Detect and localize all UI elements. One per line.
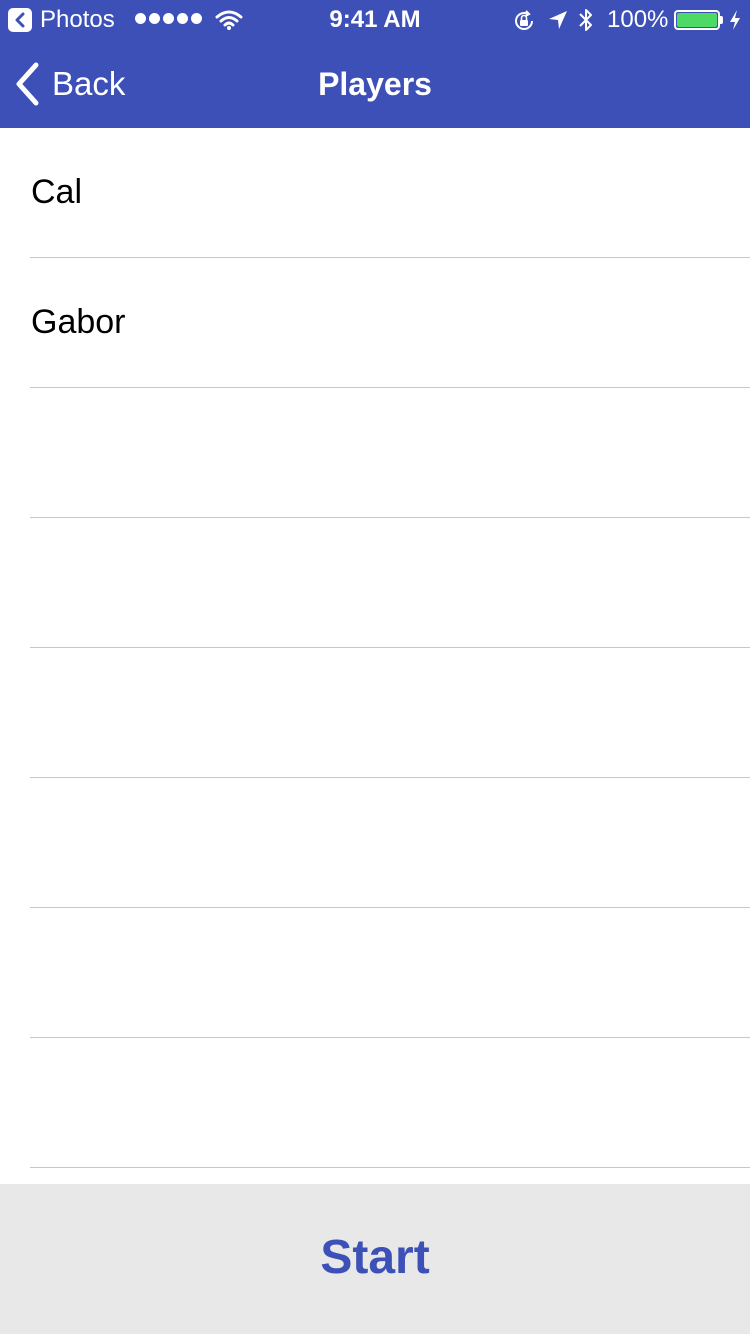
- status-bar: Photos 9:41 AM 100%: [0, 0, 750, 40]
- start-bar: Start: [0, 1184, 750, 1334]
- battery-icon: [674, 10, 724, 30]
- battery-percent: 100%: [607, 6, 669, 33]
- player-name: Gabor: [31, 303, 126, 341]
- players-list: Cal Gabor: [0, 128, 750, 1184]
- navigation-bar: Back Players: [0, 40, 750, 128]
- player-name: Cal: [31, 173, 83, 211]
- player-row[interactable]: [30, 518, 750, 648]
- charging-bolt-icon: [730, 10, 740, 30]
- player-row[interactable]: [30, 388, 750, 518]
- location-icon: [549, 11, 567, 29]
- player-row[interactable]: [30, 908, 750, 1038]
- battery-fill: [677, 13, 717, 27]
- app-screen: Photos 9:41 AM 100% Back Players Cal Gab…: [0, 0, 750, 1334]
- player-row[interactable]: [30, 648, 750, 778]
- player-row[interactable]: [30, 778, 750, 908]
- bluetooth-icon: [579, 9, 592, 31]
- page-title: Players: [318, 66, 432, 102]
- player-row[interactable]: Gabor: [30, 258, 750, 388]
- rotation-lock-icon: [515, 10, 533, 30]
- start-button[interactable]: Start: [320, 1228, 429, 1288]
- top-bar: Photos 9:41 AM 100% Back Players: [0, 0, 750, 128]
- player-row[interactable]: [30, 1038, 750, 1168]
- player-row[interactable]: Cal: [30, 128, 750, 258]
